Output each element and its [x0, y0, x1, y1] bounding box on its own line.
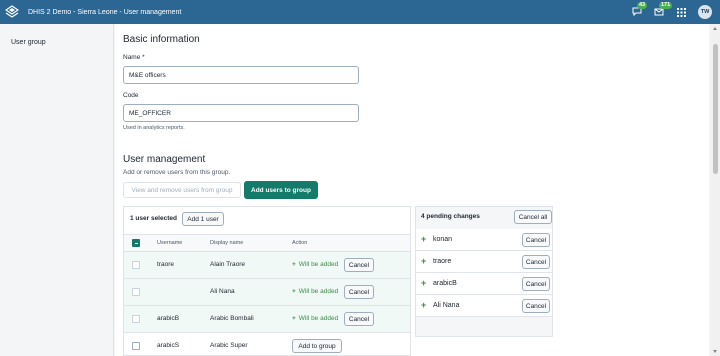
top-bar: DHIS 2 Demo - Sierra Leone - User manage…	[0, 0, 720, 24]
name-field[interactable]	[123, 66, 359, 84]
status-text: Will be added	[298, 288, 339, 295]
column-action: Action	[292, 240, 308, 246]
scroll-up-icon[interactable]	[713, 27, 717, 30]
pending-cancel-button[interactable]: Cancel	[522, 277, 550, 291]
username-cell: arabicB	[157, 315, 180, 322]
name-label: Name *	[123, 54, 145, 61]
row-cancel-button[interactable]: Cancel	[344, 312, 374, 326]
tab-add-users[interactable]: Add users to group	[244, 181, 318, 199]
apps-button[interactable]	[670, 0, 692, 24]
plus-icon: +	[292, 288, 296, 295]
messages-button[interactable]: 171	[648, 0, 673, 24]
column-display-name: Display name	[210, 240, 244, 246]
scroll-thumb[interactable]	[713, 44, 718, 174]
column-username: Username	[157, 240, 183, 246]
cancel-all-button[interactable]: Cancel all	[514, 210, 552, 224]
table-row: arabicS Arabic Super Add to group	[124, 333, 410, 355]
status-badge: + Will be added	[292, 315, 338, 322]
status-badge: + Will be added	[292, 288, 338, 295]
pending-cancel-button[interactable]: Cancel	[522, 255, 550, 269]
pending-item: + traore Cancel	[416, 251, 552, 273]
apps-grid-icon	[676, 7, 686, 17]
row-checkbox[interactable]	[132, 315, 140, 323]
plus-icon: +	[421, 278, 427, 288]
header-actions: 43 171 TW	[626, 0, 720, 24]
plus-icon: +	[421, 256, 427, 266]
plus-icon: +	[421, 300, 427, 310]
basic-information-title: Basic information	[123, 34, 200, 45]
sidebar-item-user-group[interactable]: User group	[11, 39, 46, 46]
users-table-card: 1 user selected Add 1 user Username Disp…	[123, 206, 411, 356]
code-help-text: Used in analytics reports.	[123, 125, 185, 131]
app-title: DHIS 2 Demo - Sierra Leone - User manage…	[28, 8, 182, 16]
scroll-down-icon[interactable]	[713, 350, 717, 353]
selection-count: 1 user selected	[130, 215, 177, 222]
interpretations-button[interactable]: 43	[626, 0, 648, 24]
plus-icon: +	[292, 315, 296, 322]
pending-item-name: arabicB	[433, 280, 457, 287]
avatar[interactable]: TW	[698, 5, 712, 19]
row-cancel-button[interactable]: Cancel	[344, 285, 374, 299]
table-row: arabicB Arabic Bombali + Will be added Ca…	[124, 306, 410, 333]
interpretations-badge: 43	[637, 2, 648, 9]
row-checkbox[interactable]	[132, 261, 140, 269]
pending-cancel-button[interactable]: Cancel	[522, 233, 550, 247]
user-management-description: Add or remove users from this group.	[123, 169, 231, 176]
row-checkbox[interactable]	[132, 288, 140, 296]
sidebar: User group	[0, 24, 114, 356]
table-row: traore Alain Traore + Will be added Cance…	[124, 252, 410, 279]
pending-item-name: konan	[433, 236, 453, 243]
display-name-cell: Ali Nana	[210, 288, 235, 295]
add-users-button[interactable]: Add 1 user	[182, 212, 224, 226]
pending-item: + konan Cancel	[416, 229, 552, 251]
display-name-cell: Arabic Super	[210, 342, 248, 349]
add-to-group-button[interactable]: Add to group	[292, 339, 342, 353]
username-cell: traore	[157, 261, 174, 268]
main-content: Basic information Name * Code Used in an…	[115, 24, 709, 356]
username-cell: arabicS	[157, 342, 180, 349]
status-text: Will be added	[298, 261, 339, 268]
plus-icon: +	[292, 261, 296, 268]
table-row: Ali Nana + Will be added Cancel	[124, 279, 410, 306]
status-badge: + Will be added	[292, 261, 338, 268]
table-header: Username Display name Action	[124, 234, 410, 252]
pending-item: + arabicB Cancel	[416, 273, 552, 295]
tab-view-remove-users[interactable]: View and remove users from group	[123, 182, 241, 198]
page-scrollbar[interactable]	[711, 24, 720, 356]
plus-icon: +	[421, 234, 427, 244]
pending-changes-panel: 4 pending changes Cancel all + konan Can…	[415, 206, 553, 337]
pending-changes-title: 4 pending changes	[421, 213, 480, 220]
pending-item-name: Ali Nana	[433, 302, 460, 309]
code-label: Code	[123, 92, 139, 99]
display-name-cell: Alain Traore	[210, 261, 246, 268]
user-management-title: User management	[123, 154, 206, 165]
select-all-checkbox[interactable]	[132, 239, 140, 247]
display-name-cell: Arabic Bombali	[210, 315, 254, 322]
dhis2-logo-icon[interactable]	[5, 5, 19, 19]
pending-item: + Ali Nana Cancel	[416, 295, 552, 317]
row-cancel-button[interactable]: Cancel	[344, 258, 374, 272]
code-field[interactable]	[123, 104, 359, 122]
pending-item-name: traore	[433, 258, 452, 265]
status-text: Will be added	[298, 315, 339, 322]
pending-cancel-button[interactable]: Cancel	[522, 299, 550, 313]
row-checkbox[interactable]	[132, 342, 140, 350]
